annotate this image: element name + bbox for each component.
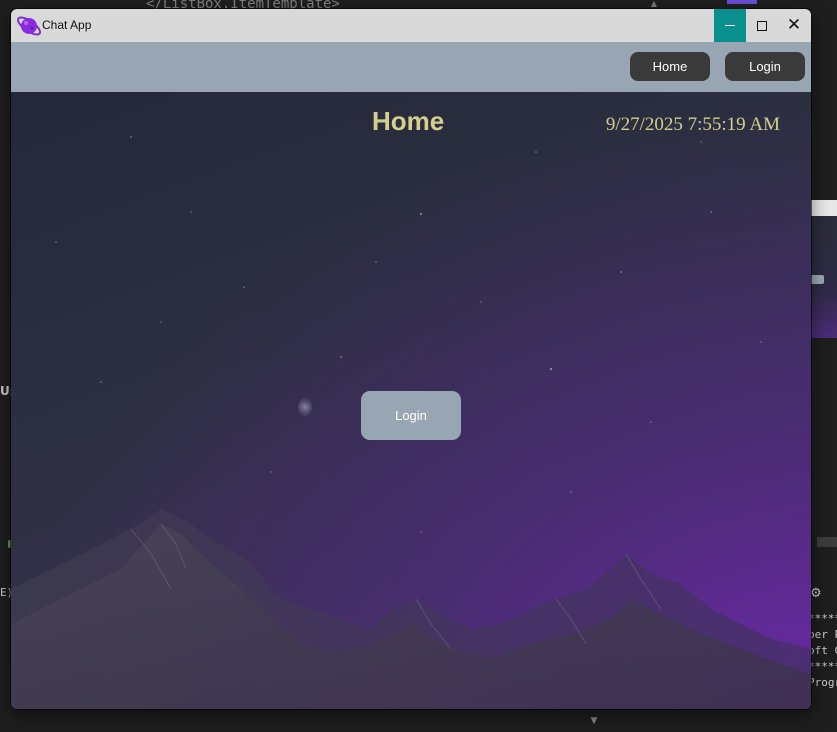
planet-icon (16, 16, 42, 36)
gear-icon[interactable]: ⚙ (810, 586, 837, 602)
title-bar[interactable]: Chat App ✕ (11, 9, 811, 42)
mountain-silhouette (11, 509, 811, 709)
nav-home-button[interactable]: Home (630, 52, 710, 81)
ide-output-line: Progr (808, 676, 837, 689)
ide-right-scrollbar[interactable] (817, 537, 837, 547)
ide-output-line: ber P (808, 628, 837, 641)
home-page-content: Home 9/27/2025 7:55:19 AM Login (11, 92, 811, 709)
ide-output-line: ***** (808, 660, 837, 673)
minimize-icon (725, 25, 735, 26)
minimize-button[interactable] (714, 9, 746, 42)
ide-scroll-down-icon[interactable]: ▼ (584, 714, 604, 728)
chat-app-window: Chat App ✕ Home Login Home 9/27/2025 7:5… (11, 9, 811, 709)
page-title: Home (372, 106, 445, 136)
ide-accent-bar (727, 0, 757, 4)
datetime-display: 9/27/2025 7:55:19 AM (605, 114, 780, 135)
nav-login-button[interactable]: Login (725, 52, 805, 81)
maximize-icon (757, 20, 767, 31)
top-navbar: Home Login (11, 42, 811, 92)
ide-output-line: ***** (808, 612, 837, 625)
ide-design-preview (808, 200, 837, 338)
close-button[interactable]: ✕ (778, 9, 810, 42)
ide-output-panel: ***** ber P oft C ***** Progr (808, 611, 837, 691)
login-button[interactable]: Login (361, 391, 461, 440)
window-title: Chat App (42, 18, 92, 32)
ide-scroll-up-icon[interactable]: ▲ (644, 0, 664, 8)
close-icon: ✕ (786, 15, 802, 35)
maximize-button[interactable] (746, 9, 778, 42)
ide-output-line: oft C (808, 644, 837, 657)
moon-glow (298, 398, 312, 416)
